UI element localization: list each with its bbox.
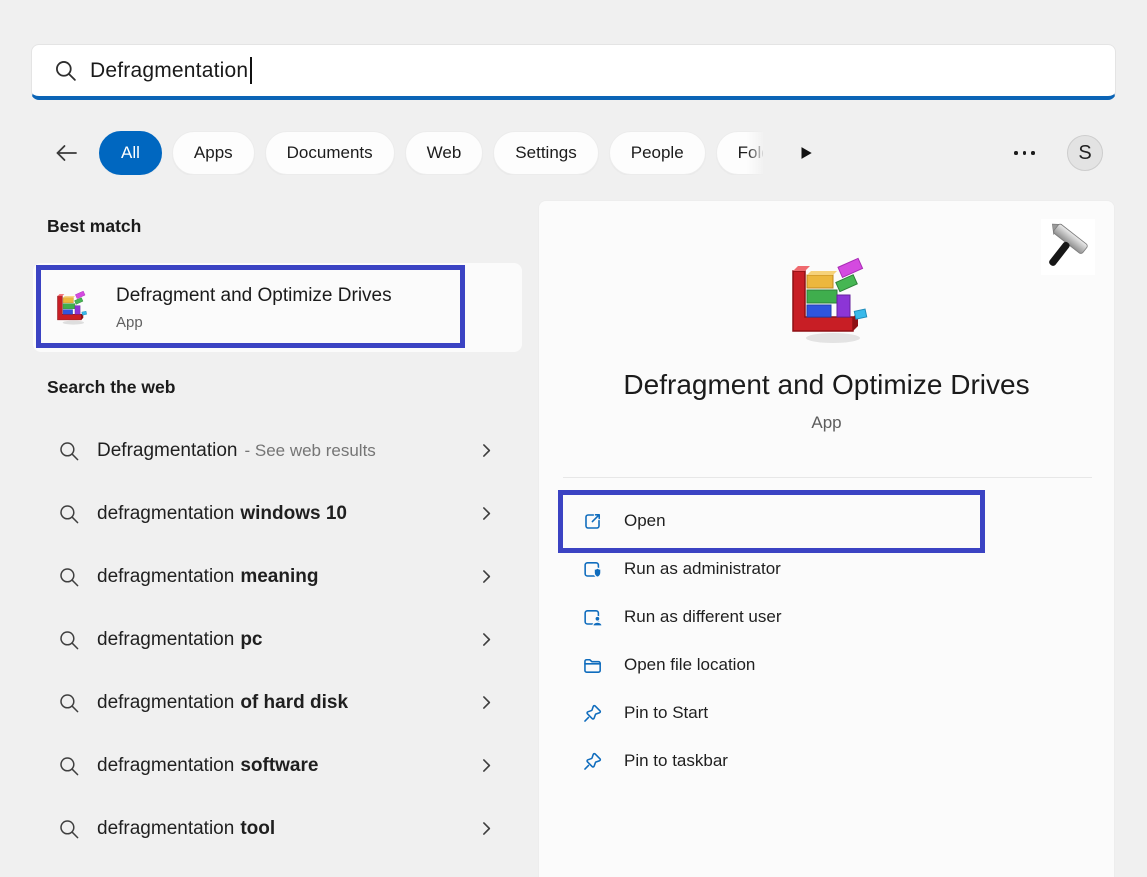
best-match-result[interactable]: Defragment and Optimize Drives App bbox=[33, 263, 522, 352]
tab-apps[interactable]: Apps bbox=[172, 131, 255, 175]
preview-title: Defragment and Optimize Drives bbox=[539, 369, 1114, 401]
search-icon bbox=[58, 440, 80, 462]
text-cursor bbox=[250, 57, 252, 84]
chevron-right-icon[interactable] bbox=[478, 694, 495, 711]
divider bbox=[563, 477, 1092, 478]
tab-documents[interactable]: Documents bbox=[265, 131, 395, 175]
search-input[interactable]: Defragmentation bbox=[31, 44, 1116, 100]
action-open[interactable]: Open bbox=[539, 497, 1114, 545]
search-query-text: Defragmentation bbox=[90, 59, 248, 83]
best-match-header: Best match bbox=[47, 216, 141, 237]
folder-icon bbox=[582, 655, 603, 676]
tab-people[interactable]: People bbox=[609, 131, 706, 175]
action-label: Open bbox=[624, 511, 666, 531]
scroll-tabs-right-icon[interactable] bbox=[798, 145, 814, 161]
web-suggestion-row[interactable]: defragmentationof hard disk bbox=[47, 671, 495, 734]
run-as-admin-icon bbox=[582, 559, 603, 580]
suggestion-text: defragmentationtool bbox=[97, 818, 275, 840]
defrag-app-icon bbox=[779, 253, 875, 349]
suggestion-text: defragmentationpc bbox=[97, 629, 263, 651]
search-icon bbox=[54, 59, 77, 82]
chevron-right-icon[interactable] bbox=[478, 631, 495, 648]
web-suggestion-row[interactable]: defragmentationwindows 10 bbox=[47, 482, 495, 545]
web-suggestions-list: Defragmentation- See web results defragm… bbox=[47, 419, 495, 860]
search-icon bbox=[58, 629, 80, 651]
web-suggestion-row[interactable]: Defragmentation- See web results bbox=[47, 419, 495, 482]
best-match-title: Defragment and Optimize Drives bbox=[116, 285, 392, 307]
more-options-icon[interactable] bbox=[1014, 148, 1046, 158]
action-run-as-administrator[interactable]: Run as administrator bbox=[539, 545, 1114, 593]
open-external-icon bbox=[582, 511, 603, 532]
suggestion-text: defragmentationof hard disk bbox=[97, 692, 348, 714]
search-icon bbox=[58, 566, 80, 588]
action-label: Run as administrator bbox=[624, 559, 781, 579]
search-icon bbox=[58, 692, 80, 714]
action-list: Open Run as administrator Run as differe… bbox=[539, 497, 1114, 785]
suggestion-text: defragmentationsoftware bbox=[97, 755, 318, 777]
action-run-as-different-user[interactable]: Run as different user bbox=[539, 593, 1114, 641]
search-icon bbox=[58, 755, 80, 777]
avatar[interactable]: S bbox=[1067, 135, 1103, 171]
preview-type: App bbox=[539, 413, 1114, 433]
chevron-right-icon[interactable] bbox=[478, 568, 495, 585]
best-match-type: App bbox=[116, 314, 392, 331]
suggestion-text: Defragmentation- See web results bbox=[97, 440, 376, 462]
defrag-app-icon bbox=[52, 289, 90, 327]
suggestion-text: defragmentationmeaning bbox=[97, 566, 318, 588]
search-icon bbox=[58, 503, 80, 525]
hammer-cursor-image bbox=[1041, 219, 1095, 275]
back-arrow-icon[interactable] bbox=[52, 139, 80, 167]
web-suggestion-row[interactable]: defragmentationpc bbox=[47, 608, 495, 671]
action-pin-to-taskbar[interactable]: Pin to taskbar bbox=[539, 737, 1114, 785]
action-open-file-location[interactable]: Open file location bbox=[539, 641, 1114, 689]
action-pin-to-start[interactable]: Pin to Start bbox=[539, 689, 1114, 737]
search-web-header: Search the web bbox=[47, 377, 175, 398]
search-icon bbox=[58, 818, 80, 840]
result-preview-panel: Defragment and Optimize Drives App Open … bbox=[538, 200, 1115, 877]
chevron-right-icon[interactable] bbox=[478, 757, 495, 774]
action-label: Run as different user bbox=[624, 607, 782, 627]
run-as-user-icon bbox=[582, 607, 603, 628]
action-label: Pin to taskbar bbox=[624, 751, 728, 771]
windows-search-flyout: Defragmentation All Apps Documents Web S… bbox=[0, 0, 1147, 877]
action-label: Open file location bbox=[624, 655, 755, 675]
web-suggestion-row[interactable]: defragmentationmeaning bbox=[47, 545, 495, 608]
tab-folders[interactable]: Folders bbox=[716, 131, 763, 175]
chevron-right-icon[interactable] bbox=[478, 820, 495, 837]
web-suggestion-row[interactable]: defragmentationtool bbox=[47, 797, 495, 860]
tab-web[interactable]: Web bbox=[405, 131, 484, 175]
suggestion-text: defragmentationwindows 10 bbox=[97, 503, 347, 525]
web-suggestion-row[interactable]: defragmentationsoftware bbox=[47, 734, 495, 797]
tab-settings[interactable]: Settings bbox=[493, 131, 598, 175]
chevron-right-icon[interactable] bbox=[478, 505, 495, 522]
pin-icon bbox=[582, 751, 603, 772]
filter-tabs: All Apps Documents Web Settings People F… bbox=[99, 131, 763, 175]
tab-all[interactable]: All bbox=[99, 131, 162, 175]
pin-icon bbox=[582, 703, 603, 724]
chevron-right-icon[interactable] bbox=[478, 442, 495, 459]
action-label: Pin to Start bbox=[624, 703, 708, 723]
